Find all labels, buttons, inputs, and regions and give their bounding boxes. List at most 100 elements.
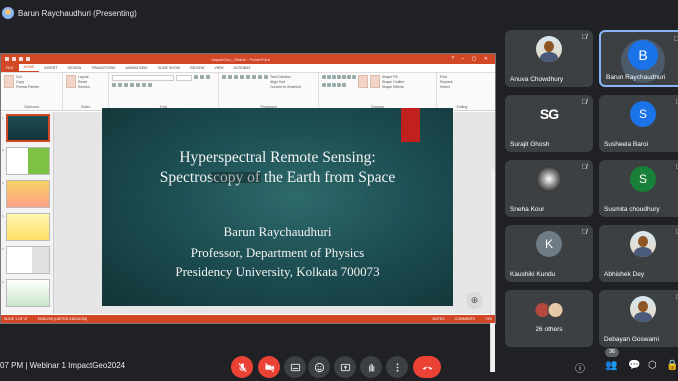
avatar bbox=[536, 166, 562, 192]
people-icon[interactable]: 👥 bbox=[605, 360, 617, 371]
participant-tile-active-speaker[interactable]: 🎙̸ B Barun Raychaudhuri bbox=[599, 30, 678, 87]
arrange-button[interactable] bbox=[358, 75, 368, 88]
participant-tile[interactable]: 🎙̸ SG Surajit Ghosh bbox=[505, 95, 593, 152]
comments-button[interactable]: COMMENTS bbox=[455, 317, 475, 321]
convert-smartart-button[interactable]: Convert to SmartArt bbox=[270, 85, 301, 90]
tab-animations[interactable]: ANIMATIONS bbox=[120, 66, 152, 72]
participant-tile[interactable]: 🎙̸ Sneha Kour bbox=[505, 160, 593, 217]
slide-author: Barun Raychaudhuri bbox=[223, 224, 332, 239]
shape-effects-button[interactable]: Shape Effects bbox=[382, 85, 404, 90]
tab-insert[interactable]: INSERT bbox=[39, 66, 62, 72]
participant-name: Susmita choudhury bbox=[604, 206, 660, 213]
current-slide: Hyperspectral Remote Sensing: Spectrosco… bbox=[102, 108, 453, 306]
select-button[interactable]: Select bbox=[440, 85, 453, 90]
group-drawing: Shape Fill Shape Outline Shape Effects D… bbox=[319, 73, 437, 110]
emoji-button[interactable] bbox=[308, 356, 330, 378]
tab-slide-show[interactable]: SLIDE SHOW bbox=[153, 66, 186, 72]
participant-name: Barun Raychaudhuri bbox=[606, 74, 666, 81]
participant-tile[interactable]: 🎙̸ S Susmita choudhury bbox=[599, 160, 678, 217]
avatar bbox=[630, 296, 656, 322]
group-editing: Find Replace Select Editing bbox=[437, 73, 487, 110]
thumbnail-4[interactable] bbox=[6, 213, 50, 241]
participant-count-badge: 36 bbox=[605, 348, 619, 357]
others-avatars bbox=[534, 302, 564, 318]
slide-thumbnails: 1 2 3 4 5 6 bbox=[1, 112, 54, 314]
ppt-titlebar: ImpactGeo_Zbfab8 - PowerPoint ? – ▢ ✕ bbox=[1, 54, 495, 64]
ghost-overlay bbox=[211, 172, 261, 183]
more-options-button[interactable] bbox=[386, 356, 408, 378]
ribbon-tabs: FILE HOME INSERT DESIGN TRANSITIONS ANIM… bbox=[1, 64, 495, 73]
slide-affiliation: Presidency University, Kolkata 700073 bbox=[175, 264, 380, 279]
participant-tile[interactable]: 🎙̸ Abhishek Dey bbox=[599, 225, 678, 282]
vertical-scrollbar[interactable] bbox=[490, 170, 495, 372]
tab-acrobat[interactable]: ACROBAT bbox=[229, 66, 256, 72]
camera-off-button[interactable] bbox=[258, 356, 280, 378]
participant-name: Sneha Kour bbox=[510, 206, 545, 213]
tab-review[interactable]: REVIEW bbox=[185, 66, 209, 72]
participant-tile[interactable]: 🎙̸ Anuva Chowdhury bbox=[505, 30, 593, 87]
others-tile[interactable]: 26 others bbox=[505, 290, 593, 347]
mic-off-icon: 🎙̸ bbox=[581, 34, 587, 41]
paste-button[interactable] bbox=[4, 75, 14, 88]
group-paragraph: Text Direction Align Text Convert to Sma… bbox=[219, 73, 319, 110]
language-indicator: ENGLISH (UNITED KINGDOM) bbox=[37, 317, 88, 321]
activities-icon[interactable]: ⬡ bbox=[648, 360, 657, 371]
format-painter-button[interactable]: Format Painter bbox=[16, 85, 39, 90]
lock-icon[interactable]: 🔒 bbox=[666, 360, 678, 371]
participant-tile[interactable]: 🎙̸ K Kaushiki Kundu bbox=[505, 225, 593, 282]
section-button[interactable]: Section bbox=[78, 85, 90, 90]
thumbnail-5[interactable] bbox=[6, 246, 50, 274]
mic-off-icon bbox=[237, 362, 247, 372]
slide-title-line1: Hyperspectral Remote Sensing: bbox=[179, 149, 376, 166]
quick-access-toolbar bbox=[5, 57, 30, 61]
thumbnail-2[interactable] bbox=[6, 147, 50, 175]
notes-button[interactable]: NOTES bbox=[433, 317, 445, 321]
ppt-window-title: ImpactGeo_Zbfab8 - PowerPoint bbox=[211, 56, 270, 62]
end-call-icon bbox=[422, 366, 432, 370]
group-font: Font bbox=[109, 73, 219, 110]
avatar: S bbox=[630, 101, 656, 127]
thumbnail-3[interactable] bbox=[6, 180, 50, 208]
tab-design[interactable]: DESIGN bbox=[63, 66, 87, 72]
ribbon: Cut Copy Format Painter Clipboard Layout… bbox=[1, 73, 495, 111]
end-call-button[interactable] bbox=[413, 356, 441, 378]
group-label-clipboard: Clipboard bbox=[24, 105, 39, 109]
font-family-select[interactable] bbox=[112, 75, 174, 81]
zoom-level[interactable]: 74% bbox=[485, 317, 492, 321]
participant-tile[interactable]: 🎙̸ Debayan Goswami bbox=[599, 290, 678, 347]
tab-transitions[interactable]: TRANSITIONS bbox=[86, 66, 120, 72]
chat-icon[interactable]: 💬 bbox=[628, 360, 640, 371]
more-vertical-icon bbox=[396, 362, 398, 372]
quick-styles-button[interactable] bbox=[370, 75, 380, 88]
emoji-icon bbox=[314, 362, 324, 372]
tab-home[interactable]: HOME bbox=[18, 65, 40, 72]
info-icon[interactable]: ⓘ bbox=[575, 360, 585, 375]
participant-name: Abhishek Dey bbox=[604, 271, 645, 278]
present-button[interactable] bbox=[334, 356, 356, 378]
captions-button[interactable] bbox=[284, 356, 306, 378]
tab-view[interactable]: VIEW bbox=[209, 66, 228, 72]
group-clipboard: Cut Copy Format Painter Clipboard bbox=[1, 73, 63, 110]
avatar: B bbox=[628, 40, 658, 70]
others-count: 26 others bbox=[535, 326, 563, 333]
thumbnail-6[interactable] bbox=[6, 279, 50, 307]
new-slide-button[interactable] bbox=[66, 75, 76, 88]
captions-icon bbox=[290, 363, 300, 371]
font-size-select[interactable] bbox=[176, 75, 192, 81]
shared-screen: ImpactGeo_Zbfab8 - PowerPoint ? – ▢ ✕ FI… bbox=[0, 53, 496, 372]
thumbnail-1[interactable] bbox=[6, 114, 50, 142]
raise-hand-button[interactable] bbox=[360, 356, 382, 378]
tab-file[interactable]: FILE bbox=[1, 64, 19, 72]
slide-count: SLIDE 1 OF 47 bbox=[4, 317, 28, 321]
mic-off-icon: 🎙̸ bbox=[581, 99, 587, 106]
window-controls: ? – ▢ ✕ bbox=[451, 56, 491, 62]
avatar: SG bbox=[539, 106, 559, 122]
zoom-in-icon[interactable]: ⊕ bbox=[466, 292, 483, 309]
participant-name: Kaushiki Kundu bbox=[510, 271, 556, 278]
mic-off-icon: 🎙̸ bbox=[581, 164, 587, 171]
participant-tile[interactable]: 🎙̸ S Susheela Baroi bbox=[599, 95, 678, 152]
mic-off-button[interactable] bbox=[231, 356, 253, 378]
slide-position: Professor, Department of Physics bbox=[190, 245, 365, 260]
avatar bbox=[536, 36, 562, 62]
presenter-indicator: Barun Raychaudhuri (Presenting) bbox=[0, 0, 137, 26]
